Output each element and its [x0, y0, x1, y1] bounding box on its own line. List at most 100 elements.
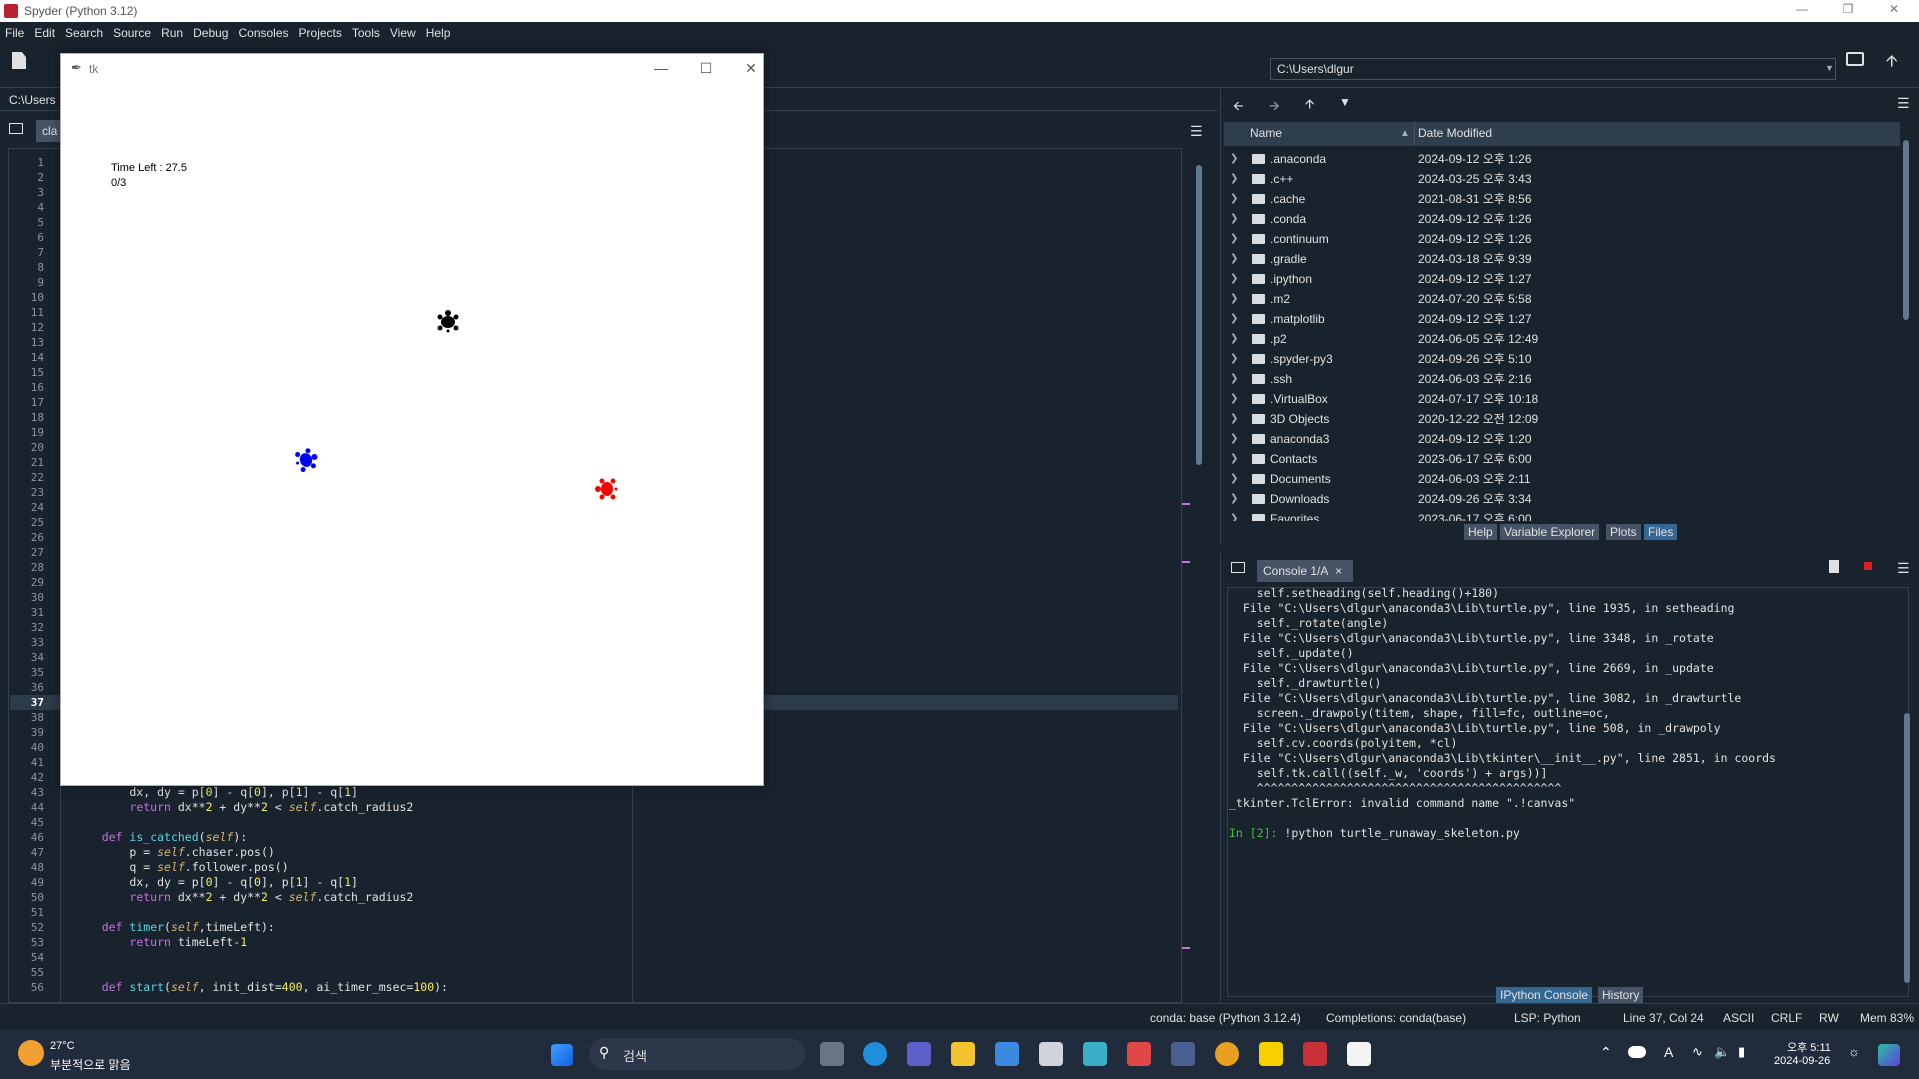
parent-dir-icon[interactable]: 🡩 — [1886, 50, 1898, 77]
file-row[interactable]: ❯ .anaconda 2024-09-12 오후 1:26 — [1224, 149, 1900, 169]
file-row[interactable]: ❯ Documents 2024-06-03 오후 2:11 — [1224, 469, 1900, 489]
menu-run[interactable]: Run — [156, 22, 188, 40]
ime-icon[interactable]: A — [1664, 1044, 1673, 1060]
files-scroll-thumb[interactable] — [1903, 140, 1909, 320]
calculator-icon[interactable] — [1039, 1042, 1063, 1066]
chrome-icon[interactable] — [1215, 1042, 1239, 1066]
chevron-right-icon[interactable]: ❯ — [1230, 229, 1238, 249]
browse-console-tabs-icon[interactable] — [1231, 562, 1245, 573]
file-row[interactable]: ❯ .cache 2021-08-31 오후 8:56 — [1224, 189, 1900, 209]
chevron-right-icon[interactable]: ❯ — [1230, 269, 1238, 289]
tk-minimize-icon[interactable]: — — [646, 60, 676, 80]
menu-file[interactable]: File — [0, 22, 29, 40]
spyder-taskbar-icon[interactable] — [1127, 1042, 1151, 1066]
chevron-right-icon[interactable]: ❯ — [1230, 509, 1238, 521]
menu-tools[interactable]: Tools — [347, 22, 385, 40]
chevron-right-icon[interactable]: ❯ — [1230, 389, 1238, 409]
weather-temp[interactable]: 27°C — [50, 1040, 75, 1052]
turtle-canvas[interactable]: Time Left : 27.5 0/3 — [61, 85, 763, 785]
spyder-app-icon[interactable] — [1303, 1042, 1327, 1066]
minimize-icon[interactable]: — — [1780, 2, 1824, 20]
chevron-right-icon[interactable]: ❯ — [1230, 469, 1238, 489]
file-row[interactable]: ❯ .matplotlib 2024-09-12 오후 1:27 — [1224, 309, 1900, 329]
tab-help[interactable]: Help — [1464, 524, 1497, 540]
tab-plots[interactable]: Plots — [1606, 524, 1641, 540]
chevron-right-icon[interactable]: ❯ — [1230, 289, 1238, 309]
file-row[interactable]: ❯ Favorites 2023-06-17 오후 6:00 — [1224, 509, 1900, 521]
file-row[interactable]: ❯ .continuum 2024-09-12 오후 1:26 — [1224, 229, 1900, 249]
chevron-right-icon[interactable]: ❯ — [1230, 309, 1238, 329]
photos-icon[interactable] — [1083, 1042, 1107, 1066]
browse-folder-icon[interactable] — [1846, 52, 1864, 66]
chevron-right-icon[interactable]: ❯ — [1230, 169, 1238, 189]
file-explorer-icon[interactable] — [951, 1042, 975, 1066]
volume-icon[interactable]: 🔈 — [1714, 1044, 1730, 1060]
menu-search[interactable]: Search — [60, 22, 108, 40]
col-date[interactable]: Date Modified — [1418, 126, 1492, 140]
editor-scroll-thumb[interactable] — [1196, 165, 1202, 465]
console-scrollbar[interactable] — [1903, 593, 1911, 993]
browse-tabs-icon[interactable] — [9, 123, 23, 134]
status-env[interactable]: conda: base (Python 3.12.4) — [1150, 1011, 1301, 1025]
file-row[interactable]: ❯ anaconda3 2024-09-12 오후 1:20 — [1224, 429, 1900, 449]
chevron-right-icon[interactable]: ❯ — [1230, 489, 1238, 509]
tab-history[interactable]: History — [1598, 987, 1644, 1003]
onedrive-icon[interactable] — [1628, 1046, 1646, 1058]
task-view-icon[interactable] — [820, 1042, 844, 1066]
tab-files[interactable]: Files — [1644, 524, 1678, 540]
editor-options-icon[interactable]: ☰ — [1190, 123, 1203, 140]
file-row[interactable]: ❯ Contacts 2023-06-17 오후 6:00 — [1224, 449, 1900, 469]
tab-variable-explorer[interactable]: Variable Explorer — [1500, 524, 1600, 540]
maximize-icon[interactable]: ❐ — [1826, 2, 1870, 20]
tab-ipython-console[interactable]: IPython Console — [1496, 987, 1593, 1003]
editor-scrollbar[interactable] — [1194, 150, 1204, 1000]
notification-icon[interactable]: ☼ — [1848, 1044, 1860, 1059]
chevron-down-icon[interactable]: ▼ — [1825, 63, 1834, 73]
file-row[interactable]: ❯ .gradle 2024-03-18 오후 9:39 — [1224, 249, 1900, 269]
menu-consoles[interactable]: Consoles — [233, 22, 293, 40]
file-row[interactable]: ❯ 3D Objects 2020-12-22 오전 12:09 — [1224, 409, 1900, 429]
chevron-right-icon[interactable]: ❯ — [1230, 249, 1238, 269]
console-tab[interactable]: Console 1/A × — [1257, 560, 1353, 582]
menu-debug[interactable]: Debug — [188, 22, 233, 40]
tray-chevron-icon[interactable]: ⌃ — [1600, 1044, 1612, 1061]
console-scroll-thumb[interactable] — [1904, 713, 1910, 983]
teams-icon[interactable] — [907, 1042, 931, 1066]
chevron-right-icon[interactable]: ❯ — [1230, 329, 1238, 349]
remote-icon[interactable] — [1171, 1042, 1195, 1066]
weather-icon[interactable] — [18, 1040, 44, 1066]
tk-close-icon[interactable]: ✕ — [736, 60, 766, 80]
status-completions[interactable]: Completions: conda(base) — [1326, 1011, 1466, 1025]
tk-window[interactable]: ✒ tk — ☐ ✕ Time Left : 27.5 0/3 — [60, 53, 764, 786]
document-icon[interactable] — [1347, 1042, 1371, 1066]
tk-maximize-icon[interactable]: ☐ — [691, 60, 721, 80]
status-lsp[interactable]: LSP: Python — [1514, 1011, 1581, 1025]
chevron-right-icon[interactable]: ❯ — [1230, 149, 1238, 169]
copilot-icon[interactable] — [1878, 1044, 1900, 1066]
files-scrollbar[interactable] — [1902, 130, 1910, 515]
clock-date[interactable]: 2024-09-26 — [1774, 1055, 1830, 1067]
working-directory-input[interactable]: C:\Users\dlgur — [1270, 58, 1836, 80]
chevron-right-icon[interactable]: ❯ — [1230, 189, 1238, 209]
forward-icon[interactable]: 🡪 — [1269, 97, 1280, 119]
menu-projects[interactable]: Projects — [294, 22, 347, 40]
file-row[interactable]: ❯ .c++ 2024-03-25 오후 3:43 — [1224, 169, 1900, 189]
new-file-icon[interactable] — [12, 52, 26, 69]
close-icon[interactable]: ✕ — [1872, 2, 1916, 20]
console-options-icon[interactable]: ☰ — [1897, 560, 1910, 577]
up-icon[interactable]: 🡩 — [1305, 95, 1314, 117]
file-row[interactable]: ❯ Downloads 2024-09-26 오후 3:34 — [1224, 489, 1900, 509]
files-options-icon[interactable]: ☰ — [1897, 95, 1910, 112]
chevron-right-icon[interactable]: ❯ — [1230, 409, 1238, 429]
chevron-right-icon[interactable]: ❯ — [1230, 429, 1238, 449]
file-row[interactable]: ❯ .conda 2024-09-12 오후 1:26 — [1224, 209, 1900, 229]
weather-desc[interactable]: 부분적으로 맑음 — [50, 1056, 131, 1073]
file-row[interactable]: ❯ .spyder-py3 2024-09-26 오후 5:10 — [1224, 349, 1900, 369]
wifi-icon[interactable]: ∿ — [1692, 1044, 1703, 1060]
trash-icon[interactable] — [1829, 560, 1839, 573]
chevron-right-icon[interactable]: ❯ — [1230, 209, 1238, 229]
taskbar-search[interactable]: ⚲ 검색 — [589, 1038, 805, 1070]
edge-icon[interactable] — [863, 1042, 887, 1066]
menu-help[interactable]: Help — [421, 22, 456, 40]
close-tab-icon[interactable]: × — [1335, 564, 1342, 578]
